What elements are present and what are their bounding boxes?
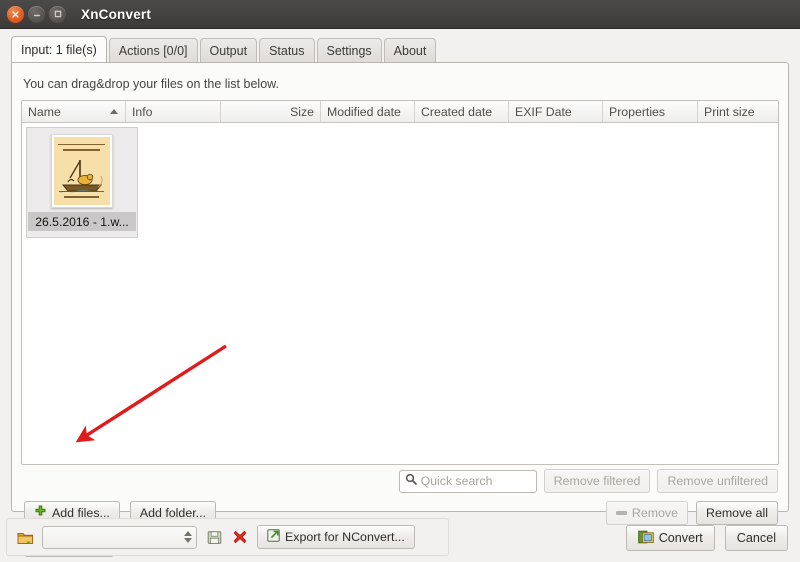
column-header-created-date[interactable]: Created date <box>415 101 509 122</box>
tab-label: Input: 1 file(s) <box>21 43 97 57</box>
tab-label: About <box>393 44 427 58</box>
remove-row: Remove Remove all <box>605 501 778 525</box>
tab-about[interactable]: About <box>383 38 437 63</box>
export-icon <box>267 529 280 545</box>
dialog-actions: Convert Cancel <box>625 525 788 551</box>
column-label: Print size <box>704 104 755 119</box>
tab-label: Status <box>269 44 305 58</box>
button-label: Cancel <box>736 531 776 545</box>
tab-label: Actions [0/0] <box>118 44 188 58</box>
dragdrop-hint: You can drag&drop your files on the list… <box>23 77 279 91</box>
button-label: Remove all <box>706 506 768 520</box>
tab-actions[interactable]: Actions [0/0] <box>108 38 198 63</box>
close-button[interactable] <box>7 5 24 23</box>
list-item[interactable]: 26.5.2016 - 1.w... <box>26 127 138 238</box>
button-label: Remove unfiltered <box>667 474 768 488</box>
spinner-arrows-icon[interactable] <box>184 531 192 543</box>
xnconvert-window: XnConvert Input: 1 file(s) Actions [0/0]… <box>0 0 800 562</box>
tab-input[interactable]: Input: 1 file(s) <box>11 36 107 63</box>
window-controls <box>7 5 66 23</box>
tab-label: Settings <box>326 44 372 58</box>
sort-ascending-icon <box>110 109 118 114</box>
column-label: Created date <box>421 104 493 119</box>
column-label: Properties <box>609 104 666 119</box>
column-label: Size <box>290 104 314 119</box>
red-x-delete-icon[interactable] <box>231 528 249 546</box>
open-folder-icon[interactable] <box>16 528 34 546</box>
column-header-modified-date[interactable]: Modified date <box>321 101 415 122</box>
tab-settings[interactable]: Settings <box>316 38 382 63</box>
column-header-exif-date[interactable]: EXIF Date <box>509 101 603 122</box>
tab-label: Output <box>209 44 248 58</box>
search-icon <box>405 472 417 490</box>
export-for-nconvert-button[interactable]: Export for NConvert... <box>257 525 415 549</box>
maximize-button[interactable] <box>49 5 66 23</box>
window-title: XnConvert <box>81 6 152 22</box>
picture-icon <box>637 530 654 547</box>
column-header-print-size[interactable]: Print size <box>698 101 778 122</box>
file-list-header: Name Info Size Modified date Created dat… <box>22 101 778 123</box>
column-header-name[interactable]: Name <box>22 101 126 122</box>
title-bar: XnConvert <box>0 0 800 29</box>
list-item-filename: 26.5.2016 - 1.w... <box>28 212 136 231</box>
column-label: Modified date <box>327 104 401 119</box>
floppy-save-icon[interactable] <box>205 528 223 546</box>
remove-unfiltered-button[interactable]: Remove unfiltered <box>657 469 778 493</box>
remove-filtered-button[interactable]: Remove filtered <box>543 469 651 493</box>
thumbnail-image <box>54 137 110 205</box>
cancel-button[interactable]: Cancel <box>724 525 788 551</box>
search-filter-row: Quick search Remove filtered Remove unfi… <box>398 469 778 493</box>
column-header-size[interactable]: Size <box>221 101 321 122</box>
column-label: Name <box>28 104 61 119</box>
thumbnail <box>51 134 113 208</box>
file-list-panel[interactable]: Name Info Size Modified date Created dat… <box>21 100 779 465</box>
remove-all-button[interactable]: Remove all <box>696 501 778 525</box>
search-input[interactable]: Quick search <box>398 469 537 493</box>
convert-button[interactable]: Convert <box>625 525 715 551</box>
tab-status[interactable]: Status <box>259 38 315 63</box>
minus-icon <box>615 511 627 515</box>
button-label: Remove <box>631 506 679 520</box>
minimize-button[interactable] <box>28 5 45 23</box>
column-label: Info <box>132 104 153 119</box>
column-header-properties[interactable]: Properties <box>603 101 698 122</box>
preset-combobox[interactable] <box>42 525 197 549</box>
remove-button[interactable]: Remove <box>605 501 689 525</box>
button-label: Remove filtered <box>553 474 641 488</box>
input-tab-page: You can drag&drop your files on the list… <box>11 62 789 557</box>
button-label: Export for NConvert... <box>285 530 405 544</box>
search-placeholder: Quick search <box>420 474 493 488</box>
preset-status-bar: Export for NConvert... <box>6 518 449 556</box>
column-label: EXIF Date <box>515 104 572 119</box>
button-label: Convert <box>658 531 703 545</box>
column-header-info[interactable]: Info <box>126 101 221 122</box>
tab-strip: Input: 1 file(s) Actions [0/0] Output St… <box>0 36 800 63</box>
tab-output[interactable]: Output <box>199 38 258 63</box>
file-items-area[interactable]: 26.5.2016 - 1.w... <box>22 123 778 464</box>
